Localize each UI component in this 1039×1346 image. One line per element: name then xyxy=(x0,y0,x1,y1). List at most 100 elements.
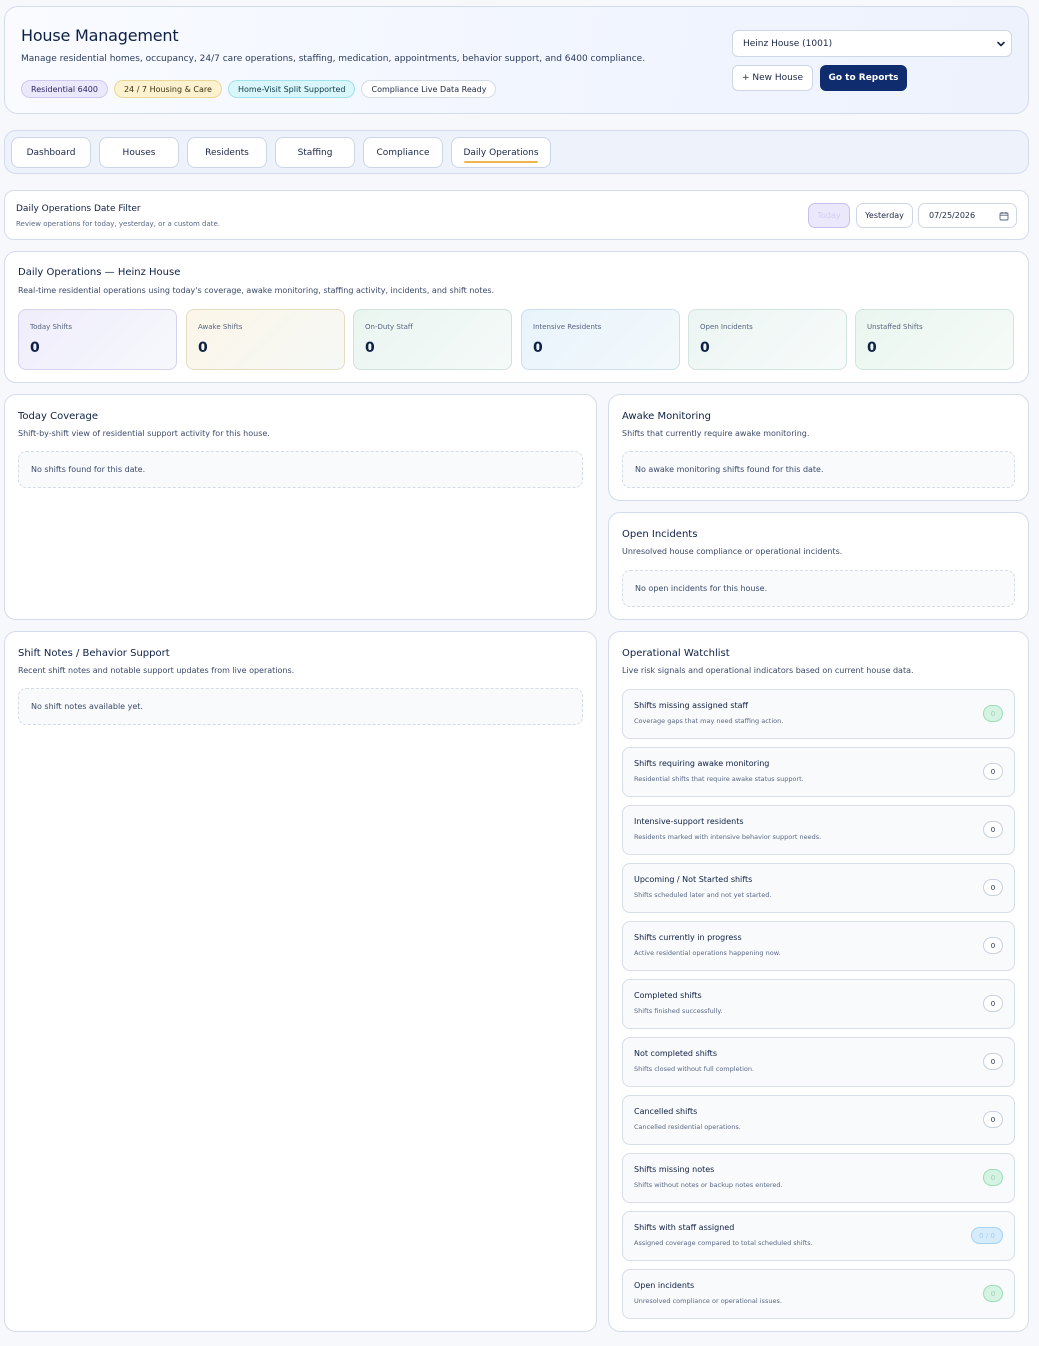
watchlist-item[interactable]: Intensive-support residents Residents ma… xyxy=(622,805,1015,855)
go-to-reports-button[interactable]: Go to Reports xyxy=(820,65,907,91)
count-badge: 0 / 0 xyxy=(971,1227,1003,1244)
count-badge: 0 xyxy=(983,1053,1003,1070)
date-input-value: 07/25/2026 xyxy=(929,211,976,220)
stat-value: 0 xyxy=(30,340,40,356)
count-badge: 0 xyxy=(983,937,1003,954)
shift-notes-panel: Shift Notes / Behavior Support Recent sh… xyxy=(4,631,597,1332)
stat-label: Open Incidents xyxy=(700,323,753,331)
watchlist-item[interactable]: Not completed shifts Shifts closed witho… xyxy=(622,1037,1015,1087)
today-coverage-panel: Today Coverage Shift-by-shift view of re… xyxy=(4,394,597,620)
watchlist-item-desc: Residential shifts that require awake st… xyxy=(634,775,804,783)
tab-compliance[interactable]: Compliance xyxy=(363,137,443,168)
stat-label: On-Duty Staff xyxy=(365,323,413,331)
stat-unstaffed-shifts: Unstaffed Shifts 0 xyxy=(855,309,1014,370)
watchlist-item[interactable]: Upcoming / Not Started shifts Shifts sch… xyxy=(622,863,1015,913)
date-filter-subtitle: Review operations for today, yesterday, … xyxy=(16,220,221,228)
calendar-icon[interactable] xyxy=(999,211,1009,221)
count-badge: 0 xyxy=(983,763,1003,780)
chip-residential-6400: Residential 6400 xyxy=(21,80,108,98)
incidents-title: Open Incidents xyxy=(622,529,698,540)
watchlist-item[interactable]: Shifts requiring awake monitoring Reside… xyxy=(622,747,1015,797)
tab-daily-operations[interactable]: Daily Operations xyxy=(451,137,551,168)
watchlist-item-desc: Coverage gaps that may need staffing act… xyxy=(634,717,784,725)
watchlist-item-title: Not completed shifts xyxy=(634,1049,717,1058)
watchlist-item[interactable]: Shifts currently in progress Active resi… xyxy=(622,921,1015,971)
watchlist-item-desc: Cancelled residential operations. xyxy=(634,1123,741,1131)
incidents-empty-state: No open incidents for this house. xyxy=(622,570,1015,607)
coverage-subtitle: Shift-by-shift view of residential suppo… xyxy=(18,429,270,438)
watchlist-item-desc: Assigned coverage compared to total sche… xyxy=(634,1239,813,1247)
date-filter-title: Daily Operations Date Filter xyxy=(16,204,141,214)
watchlist-item-desc: Active residential operations happening … xyxy=(634,949,781,957)
watchlist-item[interactable]: Cancelled shifts Cancelled residential o… xyxy=(622,1095,1015,1145)
chevron-down-icon xyxy=(997,41,1005,47)
coverage-empty-state: No shifts found for this date. xyxy=(18,451,583,488)
tab-bar: Dashboard Houses Residents Staffing Comp… xyxy=(4,130,1029,174)
count-badge: 0 xyxy=(983,995,1003,1012)
watchlist-item[interactable]: Shifts with staff assigned Assigned cove… xyxy=(622,1211,1015,1261)
watchlist-item[interactable]: Completed shifts Shifts finished success… xyxy=(622,979,1015,1029)
tab-houses[interactable]: Houses xyxy=(99,137,179,168)
watchlist-item[interactable]: Shifts missing notes Shifts without note… xyxy=(622,1153,1015,1203)
watchlist-item-title: Open incidents xyxy=(634,1281,695,1290)
notes-empty-state: No shift notes available yet. xyxy=(18,688,583,725)
stat-label: Intensive Residents xyxy=(533,323,602,331)
tab-staffing[interactable]: Staffing xyxy=(275,137,355,168)
stat-value: 0 xyxy=(365,340,375,356)
count-badge: 0 xyxy=(983,1285,1003,1302)
yesterday-button[interactable]: Yesterday xyxy=(856,203,913,228)
today-button[interactable]: Today xyxy=(808,203,850,228)
watchlist-item-desc: Residents marked with intensive behavior… xyxy=(634,833,822,841)
date-input[interactable]: 07/25/2026 xyxy=(918,203,1017,228)
tab-dashboard[interactable]: Dashboard xyxy=(11,137,91,168)
watchlist-item-desc: Shifts closed without full completion. xyxy=(634,1065,755,1073)
tab-residents[interactable]: Residents xyxy=(187,137,267,168)
new-house-button[interactable]: + New House xyxy=(732,65,813,91)
count-badge: 0 xyxy=(983,821,1003,838)
awake-title: Awake Monitoring xyxy=(622,411,711,422)
awake-monitoring-panel: Awake Monitoring Shifts that currently r… xyxy=(608,394,1029,501)
stat-awake-shifts: Awake Shifts 0 xyxy=(186,309,345,370)
watchlist-item-title: Upcoming / Not Started shifts xyxy=(634,875,753,884)
house-select[interactable]: Heinz House (1001) xyxy=(732,30,1012,57)
notes-subtitle: Recent shift notes and notable support u… xyxy=(18,666,295,675)
count-badge: 0 xyxy=(983,1169,1003,1186)
tag-chips: Residential 6400 24 / 7 Housing & Care H… xyxy=(21,80,497,98)
watchlist-item-desc: Shifts scheduled later and not yet start… xyxy=(634,891,772,899)
watchlist-item-desc: Unresolved compliance or operational iss… xyxy=(634,1297,782,1305)
chip-housing-care: 24 / 7 Housing & Care xyxy=(113,80,222,98)
chip-compliance-ready: Compliance Live Data Ready xyxy=(361,80,497,98)
watchlist-item-title: Completed shifts xyxy=(634,991,702,1000)
daily-operations-summary: Daily Operations — Heinz House Real-time… xyxy=(4,251,1029,383)
watchlist-item[interactable]: Open incidents Unresolved compliance or … xyxy=(622,1269,1015,1319)
count-badge: 0 xyxy=(983,705,1003,722)
stat-on-duty-staff: On-Duty Staff 0 xyxy=(353,309,512,370)
stat-label: Today Shifts xyxy=(30,323,73,331)
daily-ops-title: Daily Operations — Heinz House xyxy=(18,267,181,278)
coverage-title: Today Coverage xyxy=(18,411,99,422)
open-incidents-panel: Open Incidents Unresolved house complian… xyxy=(608,512,1029,620)
watchlist-item-title: Shifts requiring awake monitoring xyxy=(634,759,770,768)
chip-home-visit: Home-Visit Split Supported xyxy=(227,80,356,98)
page-header: House Management Manage residential home… xyxy=(4,6,1029,114)
daily-ops-subtitle: Real-time residential operations using t… xyxy=(18,286,495,295)
page-subtitle: Manage residential homes, occupancy, 24/… xyxy=(21,54,646,64)
house-select-value: Heinz House (1001) xyxy=(743,38,833,49)
operational-watchlist-panel: Operational Watchlist Live risk signals … xyxy=(608,631,1029,1332)
watchlist-item-title: Shifts currently in progress xyxy=(634,933,742,942)
count-badge: 0 xyxy=(983,1111,1003,1128)
stat-label: Unstaffed Shifts xyxy=(867,323,923,331)
awake-subtitle: Shifts that currently require awake moni… xyxy=(622,429,810,438)
page-title: House Management xyxy=(21,26,179,45)
stat-label: Awake Shifts xyxy=(198,323,243,331)
watchlist-item[interactable]: Shifts missing assigned staff Coverage g… xyxy=(622,689,1015,739)
watchlist-item-title: Cancelled shifts xyxy=(634,1107,698,1116)
watchlist-item-desc: Shifts without notes or backup notes ent… xyxy=(634,1181,783,1189)
watchlist-item-title: Intensive-support residents xyxy=(634,817,744,826)
stat-open-incidents: Open Incidents 0 xyxy=(688,309,847,370)
date-filter-panel: Daily Operations Date Filter Review oper… xyxy=(4,190,1029,240)
stat-value: 0 xyxy=(867,340,877,356)
watchlist-item-desc: Shifts finished successfully. xyxy=(634,1007,723,1015)
watchlist-item-title: Shifts missing assigned staff xyxy=(634,701,749,710)
watchlist-title: Operational Watchlist xyxy=(622,648,730,659)
